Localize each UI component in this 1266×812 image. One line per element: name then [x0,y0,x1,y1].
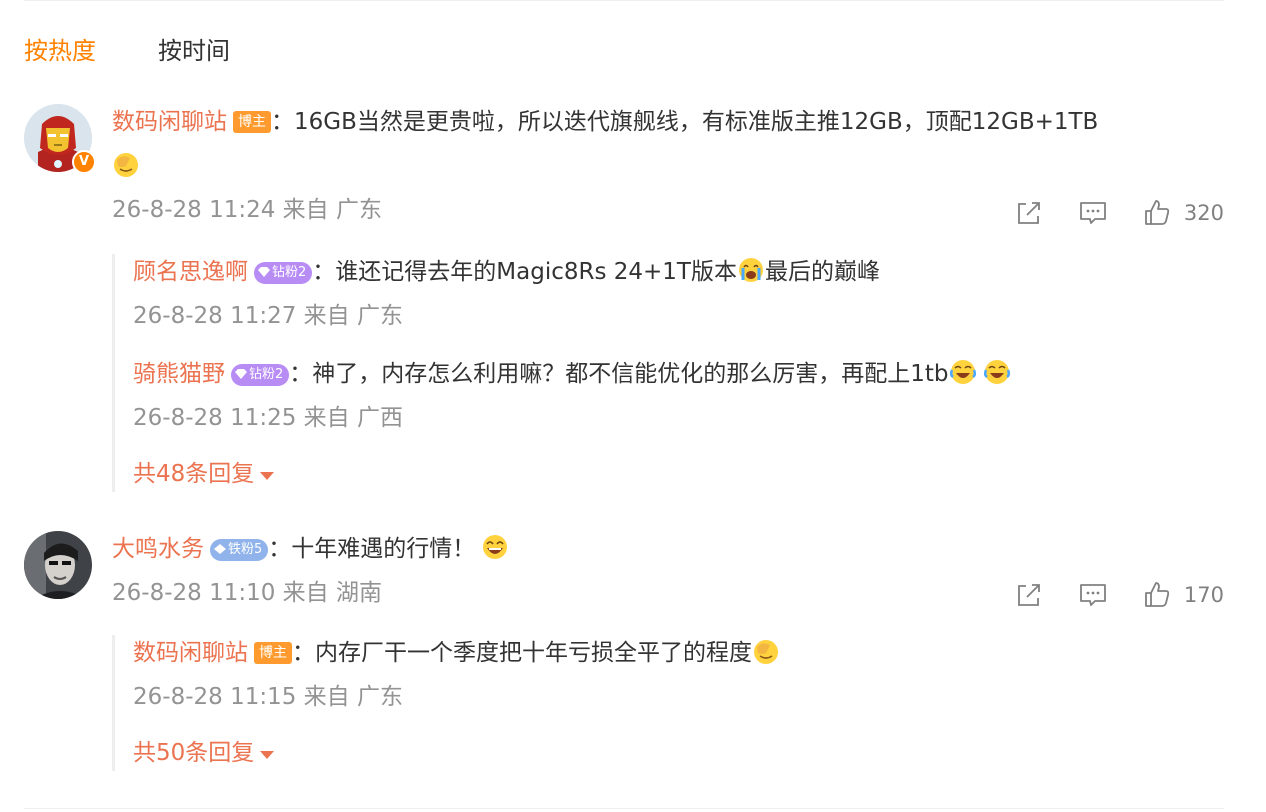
caret-down-icon [260,750,275,759]
comment-body: 十年难遇的行情！ [291,536,476,562]
comment-button[interactable] [1078,198,1108,228]
separator: ： [292,640,315,666]
reply-meta: 26-8-28 11:27 来自 广东 [133,303,403,329]
verified-badge: V [72,150,96,174]
fan-badge: 钻粉2 [254,262,313,284]
avatar[interactable] [24,531,92,599]
reply-text: 顾名思逸啊 钻粉2 ：谁还记得去年的Magic8Rs 24+1T版本 最后的巅峰 [133,254,1224,290]
comment-text-line2 [112,148,1224,184]
comment-text: 数码闲聊站 博主 ：16GB当然是更贵啦，所以迭代旗舰线，有标准版主推12GB，顶配… [112,104,1224,140]
reply-body: 内存厂干一个季度把十年亏损全平了的程度 [315,640,752,666]
share-button[interactable] [1014,198,1044,228]
separator: ： [271,109,294,135]
avatar[interactable]: V [24,104,96,174]
more-replies-link[interactable]: 共48条回复 [133,458,275,490]
separator: ： [268,536,292,562]
reply-list: 顾名思逸啊 钻粉2 ：谁还记得去年的Magic8Rs 24+1T版本 最后的巅峰 2… [112,254,1224,492]
username[interactable]: 数码闲聊站 [112,109,227,135]
share-icon [1018,584,1040,606]
diamond-icon [258,267,270,277]
more-replies-link[interactable]: 共50条回复 [133,737,275,769]
share-button[interactable] [1014,580,1044,610]
comment-icon [1080,584,1106,606]
diamond-icon [214,544,226,554]
username[interactable]: 顾名思逸啊 [133,259,248,285]
username[interactable]: 大鸣水务 [112,536,204,562]
comment-actions: 320 [1014,198,1224,228]
comment-icon [1080,202,1106,224]
tab-sort-by-time[interactable]: 按时间 [158,34,230,68]
like-button[interactable]: 320 [1142,198,1224,228]
reply-text: 数码闲聊站 博主 ：内存厂干一个季度把十年亏损全平了的程度 [133,635,1224,671]
laugh-cry-emoji-icon [983,360,1010,384]
username[interactable]: 骑熊猫野 [133,361,225,387]
share-icon [1018,202,1040,224]
fan-badge: 铁粉5 [210,539,269,561]
reply-body-tail: 最后的巅峰 [764,259,880,285]
facepalm-emoji-icon [114,153,138,177]
caret-down-icon [260,471,275,480]
like-icon [1145,200,1170,225]
username[interactable]: 数码闲聊站 [133,640,248,666]
fan-badge: 钻粉2 [231,364,290,386]
separator: ： [289,361,313,387]
comment-actions: 170 [1014,580,1224,610]
laugh-cry-emoji-icon [949,360,976,384]
top-divider [24,0,1224,1]
comment-button[interactable] [1078,580,1108,610]
comment-body: 16GB当然是更贵啦，所以迭代旗舰线，有标准版主推12GB，顶配12GB+1TB [294,109,1099,135]
sort-tabs: 按热度 按时间 [24,34,230,68]
portrait-avatar-icon [24,531,92,599]
like-count: 170 [1183,583,1224,607]
laughing-emoji-icon [483,535,508,559]
like-count: 320 [1183,201,1224,225]
separator: ： [312,259,336,285]
diamond-icon [235,369,247,379]
crying-emoji-icon [738,258,763,282]
reply-meta: 26-8-28 11:15 来自 广东 [133,684,403,710]
comment-text: 大鸣水务 铁粉5 ：十年难遇的行情！ [112,531,1224,567]
bottom-divider [24,808,1224,809]
reply-body: 谁还记得去年的Magic8Rs 24+1T版本 [335,259,737,285]
tab-sort-by-hot[interactable]: 按热度 [24,34,96,68]
like-icon [1145,582,1170,607]
reply-body: 神了，内存怎么利用嘛？都不信能优化的那么厉害，再配上1tb [312,361,949,387]
like-button[interactable]: 170 [1142,580,1224,610]
author-badge: 博主 [233,111,271,133]
facepalm-emoji-icon [754,640,778,664]
reply-text: 骑熊猫野 钻粉2 ：神了，内存怎么利用嘛？都不信能优化的那么厉害，再配上1tb [133,356,1224,392]
reply-meta: 26-8-28 11:25 来自 广西 [133,405,403,431]
reply-list: 数码闲聊站 博主 ：内存厂干一个季度把十年亏损全平了的程度 26-8-28 11:1… [112,635,1224,771]
author-badge: 博主 [254,642,292,664]
